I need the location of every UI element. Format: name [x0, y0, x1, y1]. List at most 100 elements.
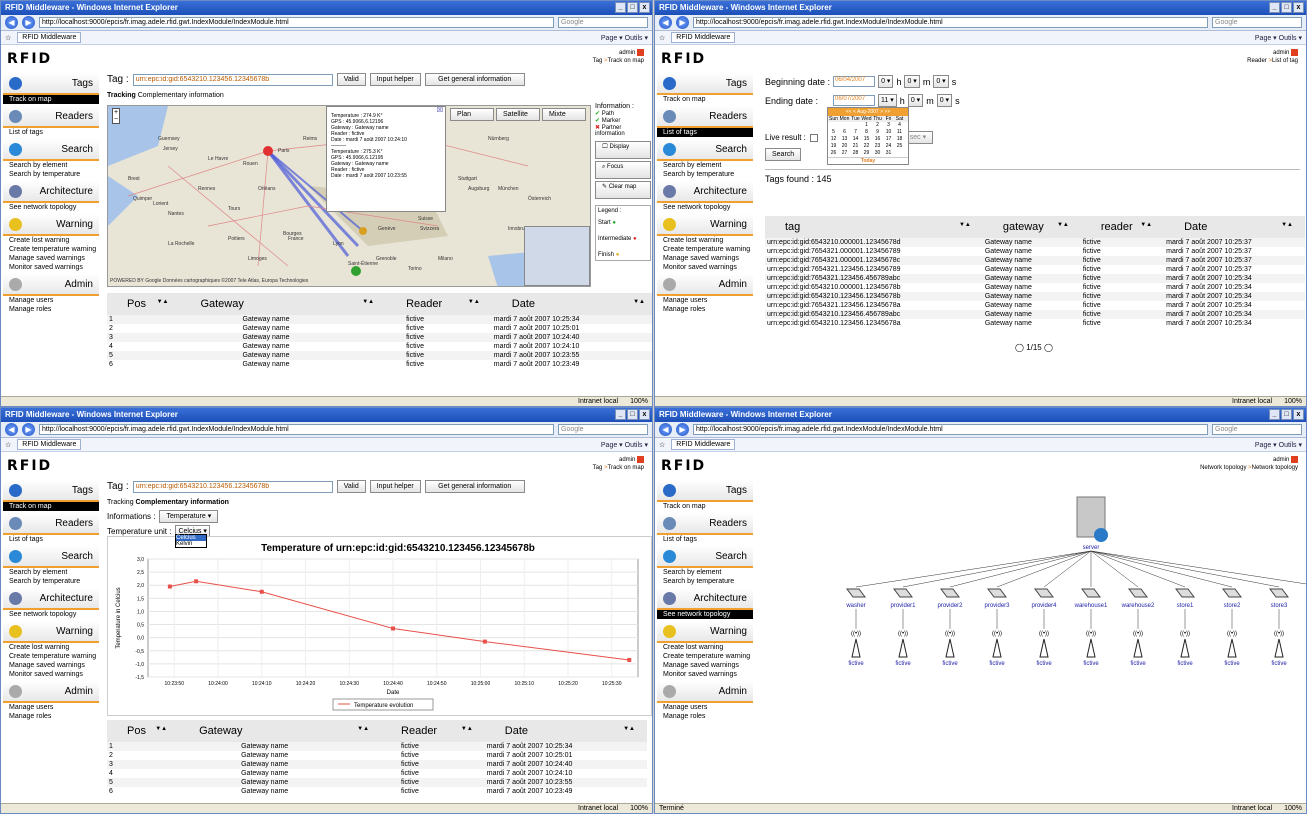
general-info-button[interactable]: Get general information: [424, 480, 525, 493]
tab-tracking[interactable]: Tracking: [107, 499, 134, 506]
calendar-day[interactable]: 10: [883, 129, 894, 136]
sidebar-item[interactable]: See network topology: [657, 203, 753, 212]
map[interactable]: Paris Rouen Le Havre Rennes Nantes Tours Orléa…: [107, 105, 591, 287]
begin-hour-select[interactable]: 0 ▾: [878, 75, 894, 88]
sidebar-item[interactable]: Search by element: [3, 161, 99, 170]
data-point[interactable]: [259, 589, 264, 594]
page-tools[interactable]: Page ▾ Outils ▾: [601, 441, 648, 449]
path-option[interactable]: ✔ Path: [595, 110, 651, 117]
calendar-day[interactable]: 30: [872, 150, 883, 157]
sidebar-section-header[interactable]: Readers: [657, 513, 753, 535]
sidebar-item[interactable]: Monitor saved warnings: [3, 263, 99, 272]
sidebar-section-header[interactable]: Warning: [657, 621, 753, 643]
sidebar-section-header[interactable]: Admin: [657, 681, 753, 703]
calendar-day[interactable]: 26: [828, 150, 839, 157]
calendar-day[interactable]: 4: [894, 122, 905, 129]
server-icon[interactable]: [1076, 496, 1108, 542]
sidebar-item[interactable]: Create lost warning: [657, 236, 753, 245]
forward-icon[interactable]: ▶: [22, 16, 35, 29]
sidebar-section-header[interactable]: Tags: [3, 480, 99, 502]
table-row[interactable]: urn:epc:id:gid:7654321.123456.123456789 G…: [765, 265, 1305, 274]
tab-rfid[interactable]: RFID Middleware: [671, 439, 736, 450]
calendar-day[interactable]: 23: [872, 143, 883, 150]
sidebar-section-header[interactable]: Readers: [3, 106, 99, 128]
map-satellite-button[interactable]: Satellite: [496, 108, 540, 121]
admin-link[interactable]: admin Reader >List of tag: [1247, 49, 1298, 65]
back-icon[interactable]: ◀: [659, 423, 672, 436]
sort-icon[interactable]: ▼▲: [1281, 222, 1293, 228]
reader-icon[interactable]: [1039, 638, 1049, 658]
valid-button[interactable]: Valid: [336, 73, 366, 86]
calendar-day[interactable]: 3: [883, 122, 894, 129]
close-button[interactable]: x: [1293, 2, 1304, 13]
sidebar-section-header[interactable]: Architecture: [3, 181, 99, 203]
admin-link[interactable]: admin Network topology >Network topology: [1200, 456, 1298, 472]
column-header[interactable]: gateway ▼▲: [982, 216, 1081, 238]
star-icon[interactable]: ☆: [659, 441, 665, 449]
column-header[interactable]: Reader ▼▲: [381, 720, 485, 742]
sidebar-item[interactable]: List of tags: [3, 535, 99, 544]
table-row[interactable]: 3 Gateway name fictive mardi 7 août 2007 10…: [107, 760, 647, 769]
end-date-input[interactable]: 06/07/2007: [833, 95, 876, 106]
gateway-icon[interactable]: [893, 588, 913, 598]
informations-select[interactable]: Temperature ▾: [159, 510, 219, 523]
sidebar-item[interactable]: Manage saved warnings: [657, 661, 753, 670]
sidebar-item[interactable]: List of tags: [657, 128, 753, 137]
gateway-icon[interactable]: [1081, 588, 1101, 598]
sidebar-item[interactable]: Create temperature warning: [657, 652, 753, 661]
sidebar-item[interactable]: Manage users: [3, 703, 99, 712]
calendar-today[interactable]: Today: [828, 157, 908, 164]
close-button[interactable]: x: [639, 2, 650, 13]
logout-icon[interactable]: [1291, 456, 1298, 463]
sidebar-item[interactable]: Monitor saved warnings: [3, 670, 99, 679]
sidebar-section-header[interactable]: Warning: [3, 621, 99, 643]
begin-second-select[interactable]: 0 ▾: [933, 75, 949, 88]
tab-rfid[interactable]: RFID Middleware: [671, 32, 736, 43]
marker-option[interactable]: ✔ Marker: [595, 117, 651, 124]
calendar-day[interactable]: 24: [883, 143, 894, 150]
star-icon[interactable]: ☆: [659, 34, 665, 42]
calendar-day[interactable]: 5: [828, 129, 839, 136]
page-tools[interactable]: Page ▾ Outils ▾: [1255, 441, 1302, 449]
reader-icon[interactable]: [1227, 638, 1237, 658]
table-row[interactable]: 1 Gateway name fictive mardi 7 août 2007 10…: [107, 315, 652, 324]
calendar-day[interactable]: 18: [894, 136, 905, 143]
calendar-day[interactable]: 25: [894, 143, 905, 150]
page-tools[interactable]: Page ▾ Outils ▾: [601, 34, 648, 42]
sidebar-item[interactable]: Manage roles: [657, 712, 753, 721]
calendar-day[interactable]: 29: [861, 150, 872, 157]
gateway-icon[interactable]: [987, 588, 1007, 598]
column-header[interactable]: Reader ▼▲: [386, 293, 492, 315]
back-icon[interactable]: ◀: [5, 16, 18, 29]
calendar-day[interactable]: 1: [861, 122, 872, 129]
unit-dropdown[interactable]: Celcius Kelvin: [175, 534, 207, 548]
sort-icon[interactable]: ▼▲: [1057, 222, 1069, 228]
input-helper-button[interactable]: Input helper: [369, 73, 421, 86]
minimize-button[interactable]: _: [615, 2, 626, 13]
column-header[interactable]: Date ▼▲: [491, 293, 652, 315]
table-row[interactable]: 6 Gateway name fictive mardi 7 août 2007 10…: [107, 360, 652, 369]
calendar-month[interactable]: << < Aug-2007 > >>: [828, 108, 908, 116]
table-row[interactable]: urn:epc:id:gid:6543210.123456.12345678b G…: [765, 292, 1305, 301]
data-point[interactable]: [167, 584, 172, 589]
table-row[interactable]: urn:epc:id:gid:7654321.000001.123456789 G…: [765, 247, 1305, 256]
general-info-button[interactable]: Get general information: [424, 73, 525, 86]
table-row[interactable]: 4 Gateway name fictive mardi 7 août 2007 10…: [107, 769, 647, 778]
focus-button[interactable]: ⌕ Focus: [595, 161, 651, 179]
forward-icon[interactable]: ▶: [676, 16, 689, 29]
sidebar-item[interactable]: Manage saved warnings: [657, 254, 753, 263]
close-button[interactable]: x: [639, 409, 650, 420]
sidebar-section-header[interactable]: Admin: [3, 681, 99, 703]
calendar-day[interactable]: 16: [872, 136, 883, 143]
tab-rfid[interactable]: RFID Middleware: [17, 32, 82, 43]
maximize-button[interactable]: □: [627, 409, 638, 420]
search-box[interactable]: Google: [558, 424, 648, 435]
back-icon[interactable]: ◀: [659, 16, 672, 29]
sidebar-item[interactable]: Manage saved warnings: [3, 254, 99, 263]
sidebar-section-header[interactable]: Search: [657, 139, 753, 161]
sidebar-item[interactable]: Search by temperature: [657, 170, 753, 179]
sort-icon[interactable]: ▼▲: [155, 726, 167, 732]
calendar-day[interactable]: 31: [883, 150, 894, 157]
reader-icon[interactable]: [898, 638, 908, 658]
sidebar-item[interactable]: Track on map: [657, 502, 753, 511]
